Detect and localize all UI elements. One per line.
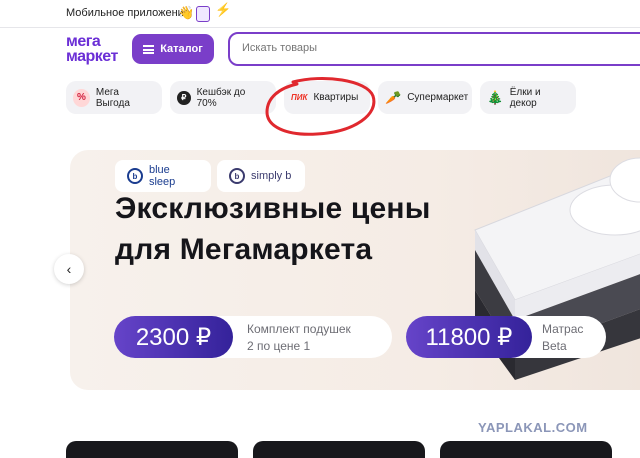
blue-sleep-logo-icon: b — [127, 168, 143, 184]
top-strip: Мобильное приложение 👋 ⚡ — [0, 0, 640, 28]
chip-cashback[interactable]: ₽ Кешбэк до 70% — [170, 81, 276, 114]
product-card[interactable] — [66, 441, 238, 458]
offer-mattress[interactable]: 11800 ₽ Матрас Beta — [406, 316, 606, 358]
banner-prev-button[interactable]: ‹ — [54, 254, 84, 284]
percent-icon: % — [73, 88, 90, 107]
chip-label: Ёлки и декор — [509, 86, 541, 109]
menu-icon — [143, 44, 155, 54]
shopping-bag-icon — [196, 6, 210, 22]
product-card[interactable] — [253, 441, 425, 458]
offer-desc-line1: Матрас — [542, 322, 584, 336]
offer-description: Матрас Beta — [542, 321, 583, 355]
logo-line2: маркет — [66, 48, 118, 65]
simply-b-logo-icon: b — [229, 168, 245, 184]
brand-label: blue sleep — [148, 164, 176, 188]
headline-line2: для Мегамаркета — [115, 233, 373, 266]
offer-description: Комплект подушек 2 по цене 1 — [247, 321, 351, 355]
watermark: YAPLAKAL.COM — [478, 420, 588, 435]
chip-apartments[interactable]: ПИК Квартиры — [284, 81, 370, 114]
brand-label: simply b — [251, 170, 292, 182]
offer-pillows[interactable]: 2300 ₽ Комплект подушек 2 по цене 1 — [114, 316, 392, 358]
banner-headline: Эксклюзивные цены для Мегамаркета — [115, 188, 431, 270]
carrot-icon: 🥕 — [385, 89, 402, 105]
page: Мобильное приложение 👋 ⚡ мега маркет Кат… — [0, 0, 640, 458]
chip-mega-vygoda[interactable]: % Мега Выгода — [66, 81, 162, 114]
chip-label: Мега Выгода — [95, 86, 130, 109]
offer-price: 11800 ₽ — [406, 316, 532, 358]
headline-line1: Эксклюзивные цены — [115, 192, 431, 225]
tree-icon: 🎄 — [487, 89, 504, 105]
offer-desc-line2: 2 по цене 1 — [247, 339, 311, 353]
lightning-icon: ⚡ — [215, 2, 232, 17]
catalog-button[interactable]: Каталог — [132, 34, 214, 64]
chip-label: Супермаркет — [407, 92, 469, 103]
logo-line1: мега — [66, 33, 101, 50]
chip-supermarket[interactable]: 🥕 Супермаркет — [378, 81, 472, 114]
cashback-icon: ₽ — [177, 90, 191, 105]
product-card[interactable] — [440, 441, 612, 458]
promo-banner[interactable]: b blue sleep b simply b Эксклюзивные цен… — [70, 150, 640, 390]
mobile-app-link[interactable]: Мобильное приложение — [66, 7, 190, 19]
chip-label: Кешбэк до 70% — [196, 86, 246, 109]
offer-price: 2300 ₽ — [114, 316, 233, 358]
search-box[interactable] — [228, 32, 640, 66]
chip-trees-decor[interactable]: 🎄 Ёлки и декор — [480, 81, 576, 114]
chip-label: Квартиры — [313, 92, 359, 103]
chevron-left-icon: ‹ — [66, 261, 72, 277]
offer-desc-line2: Beta — [542, 339, 567, 353]
search-input[interactable] — [242, 42, 622, 54]
sparkle-hand-icon: 👋 — [178, 5, 195, 20]
catalog-label: Каталог — [160, 43, 203, 55]
offer-desc-line1: Комплект подушек — [247, 322, 351, 336]
pik-logo: ПИК — [291, 93, 308, 102]
megamarket-logo[interactable]: мега маркет — [66, 33, 118, 65]
